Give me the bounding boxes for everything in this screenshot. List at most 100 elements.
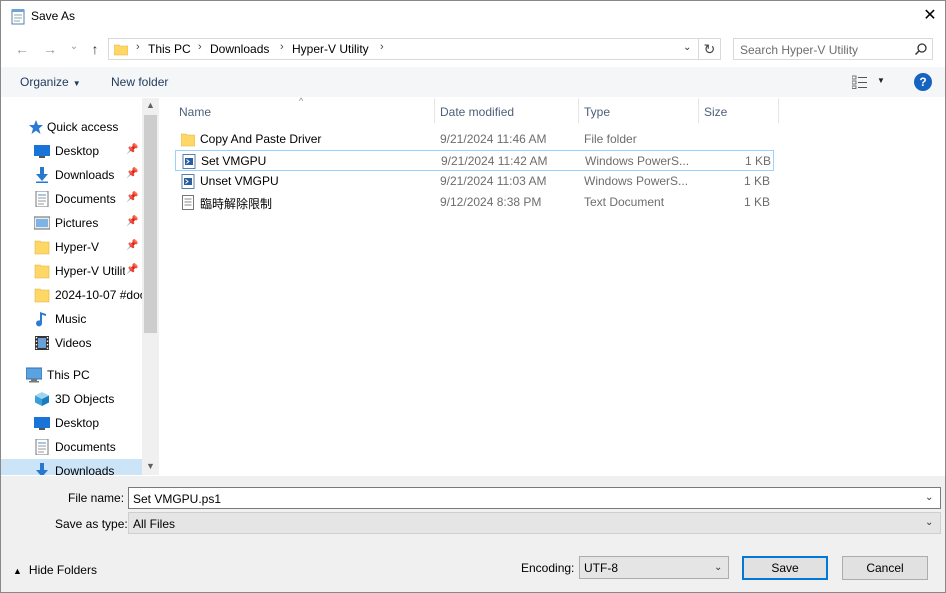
breadcrumb-downloads[interactable]: Downloads [210,42,269,56]
scroll-up-icon[interactable]: ▲ [142,100,159,110]
save-button[interactable]: Save [742,556,828,580]
breadcrumb-hyper-v-utility[interactable]: Hyper-V Utility [292,42,369,56]
save-as-type-value: All Files [133,517,176,531]
sidebar-item-this-pc[interactable]: This PC [1,363,142,385]
navigation-pane: Quick access Desktop 📌 Downloads 📌 Docum… [1,98,142,475]
sidebar-item-label: This PC [47,368,90,382]
chevron-right-icon: › [198,41,202,53]
sidebar-item-downloads[interactable]: Downloads 📌 [1,163,142,185]
sidebar-item-label: Desktop [55,144,100,158]
file-name-combobox[interactable]: ⌄ [128,487,941,509]
document-icon [35,439,49,455]
recent-locations-icon[interactable]: ⌄ [64,37,84,57]
music-icon [36,312,46,327]
chevron-down-icon[interactable]: ⌄ [925,492,933,503]
table-row[interactable]: Set VMGPU 9/21/2024 11:42 AM Windows Pow… [175,150,774,171]
sidebar-item-desktop[interactable]: Desktop 📌 [1,139,142,161]
help-icon[interactable]: ? [914,73,932,91]
cube-icon [35,392,49,406]
save-as-type-select[interactable]: All Files ⌄ [128,512,941,534]
table-row[interactable]: Unset VMGPU 9/21/2024 11:03 AM Windows P… [175,171,774,192]
column-header-label: Size [704,105,728,119]
desktop-icon [34,145,50,158]
close-icon[interactable]: ✕ [916,4,944,28]
sidebar-item-downloads-pc[interactable]: Downloads [1,459,142,475]
title-bar: Save As ✕ [1,1,945,32]
desktop-icon [34,417,50,430]
column-divider[interactable] [778,98,779,123]
navigation-scrollbar[interactable]: ▲ ▼ [142,98,159,475]
chevron-down-icon[interactable]: ⌄ [683,42,691,53]
folder-icon [114,44,128,56]
sidebar-item-hyper-v-utility[interactable]: Hyper-V Utilit 📌 [1,259,142,281]
pin-icon[interactable]: 📌 [126,168,138,179]
refresh-icon[interactable]: ↻ [699,38,721,60]
file-type: Windows PowerS... [584,174,689,188]
chevron-down-icon[interactable]: ⌄ [925,517,933,528]
table-row[interactable]: 臨時解除限制 9/12/2024 8:38 PM Text Document 1… [175,192,774,213]
encoding-select[interactable]: UTF-8 ⌄ [579,556,729,579]
column-header-type[interactable]: Type [578,98,698,123]
sidebar-item-quick-access[interactable]: Quick access [1,115,142,137]
sidebar-item-label: Desktop [55,416,100,430]
sidebar-item-label: Pictures [55,216,99,230]
column-header-size[interactable]: Size [698,98,778,123]
hide-folders-button[interactable]: ▲ Hide Folders [13,563,97,577]
column-header-name[interactable]: Name [173,98,434,123]
sidebar-item-desktop-pc[interactable]: Desktop [1,411,142,433]
folder-icon [181,133,195,147]
command-bar: Organize ▼ New folder ▼ ? [1,67,945,97]
sidebar-item-label: Hyper-V [55,240,100,254]
search-box[interactable] [733,38,933,60]
sidebar-item-2024-10-07-doc[interactable]: 2024-10-07 #doc [1,283,142,305]
sidebar-item-label: Documents [55,192,116,206]
pictures-icon [34,216,50,230]
document-icon [35,191,49,207]
address-bar[interactable]: › This PC › Downloads › Hyper-V Utility … [108,38,699,60]
window-title: Save As [31,9,76,23]
sidebar-item-pictures[interactable]: Pictures 📌 [1,211,142,233]
sidebar-item-label: Documents [55,440,116,454]
table-row[interactable]: Copy And Paste Driver 9/21/2024 11:46 AM… [175,129,774,150]
text-file-icon [182,195,194,210]
file-name: 臨時解除限制 [200,197,273,211]
pin-icon[interactable]: 📌 [126,216,138,227]
encoding-label: Encoding: [521,561,575,575]
organize-menu[interactable]: Organize ▼ [20,75,81,89]
organize-label: Organize [20,75,69,89]
back-arrow-icon[interactable]: ← [12,39,32,59]
pin-icon[interactable]: 📌 [126,240,138,251]
file-date: 9/21/2024 11:42 AM [441,154,548,168]
sidebar-item-label: 2024-10-07 #doc [55,288,142,302]
pin-icon[interactable]: 📌 [126,144,138,155]
pin-icon[interactable]: 📌 [126,192,138,203]
sidebar-item-hyper-v[interactable]: Hyper-V 📌 [1,235,142,257]
sidebar-item-documents-pc[interactable]: Documents [1,435,142,457]
file-name-input[interactable] [133,491,913,506]
folder-icon [34,264,50,279]
sidebar-item-videos[interactable]: Videos [1,331,142,353]
caret-down-icon[interactable]: ▼ [877,76,885,85]
breadcrumb-this-pc[interactable]: This PC [148,42,191,56]
forward-arrow-icon[interactable]: → [40,39,60,59]
scrollbar-thumb[interactable] [144,115,157,333]
sidebar-item-3d-objects[interactable]: 3D Objects [1,387,142,409]
view-options-icon[interactable] [852,75,868,89]
hide-folders-label: Hide Folders [28,563,97,577]
new-folder-button[interactable]: New folder [111,75,168,89]
search-input[interactable] [740,42,910,57]
pin-icon[interactable]: 📌 [126,264,138,275]
file-name: Unset VMGPU [200,174,279,188]
file-date: 9/21/2024 11:03 AM [440,174,547,188]
scroll-down-icon[interactable]: ▼ [142,461,159,471]
sidebar-item-label: Downloads [55,464,115,475]
sidebar-item-music[interactable]: Music [1,307,142,329]
column-header-date[interactable]: Date modified [434,98,578,123]
sidebar-item-documents[interactable]: Documents 📌 [1,187,142,209]
save-as-dialog: Save As ✕ ← → ⌄ ↑ › This PC › Downloads … [0,0,946,593]
column-header-label: Date modified [440,105,515,119]
search-icon[interactable] [914,42,928,56]
chevron-down-icon[interactable]: ⌄ [714,562,722,573]
up-arrow-icon[interactable]: ↑ [85,39,105,59]
cancel-button[interactable]: Cancel [842,556,928,580]
